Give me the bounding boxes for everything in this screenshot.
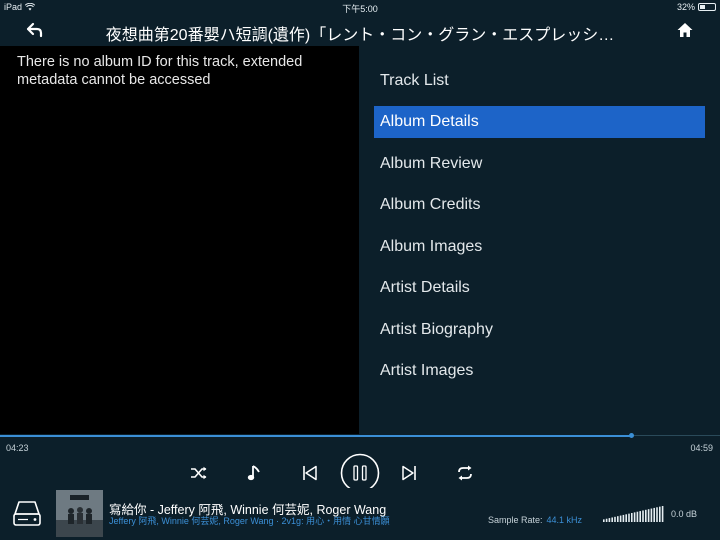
volume-bar xyxy=(611,517,613,522)
volume-bar xyxy=(645,509,647,522)
details-menu: Track List Album Details Album Review Al… xyxy=(359,46,720,434)
now-playing-subtitle[interactable]: Jeffery 阿飛, Winnie 何芸妮, Roger Wang · 2v1… xyxy=(109,514,390,527)
volume-bar xyxy=(653,507,655,522)
volume-bar xyxy=(617,516,619,522)
sample-rate-label: Sample Rate: xyxy=(488,515,543,525)
now-playing-bar: 寫給你 - Jeffery 阿飛, Winnie 何芸妮, Roger Wang… xyxy=(0,488,720,540)
menu-item-artist-biography[interactable]: Artist Biography xyxy=(374,314,705,346)
volume-bar xyxy=(647,509,650,522)
volume-bar xyxy=(661,506,664,522)
back-arrow-icon[interactable] xyxy=(26,21,44,39)
volume-bar xyxy=(625,514,627,522)
battery-icon xyxy=(698,3,716,11)
menu-item-track-list[interactable]: Track List xyxy=(374,65,705,97)
shuffle-icon[interactable] xyxy=(190,466,208,480)
volume-bar xyxy=(633,512,636,522)
progress-fill xyxy=(0,435,632,437)
volume-bar xyxy=(614,516,616,522)
volume-bar xyxy=(619,515,622,522)
metadata-pane: There is no album ID for this track, ext… xyxy=(0,46,359,434)
sample-rate: Sample Rate: 44.1 kHz xyxy=(488,515,582,525)
menu-item-album-details[interactable]: Album Details xyxy=(374,106,705,138)
volume-db: 0.0 dB xyxy=(671,509,698,519)
status-bar: iPad 下午5:00 32% xyxy=(0,0,720,14)
volume-bar xyxy=(608,518,611,522)
menu-item-artist-images[interactable]: Artist Images xyxy=(374,355,705,387)
volume-bar xyxy=(639,511,641,522)
volume-bar xyxy=(650,508,653,522)
status-right: 32% xyxy=(677,2,716,12)
volume-bar xyxy=(659,506,661,522)
next-track-icon[interactable] xyxy=(401,465,417,481)
track-title: 夜想曲第20番嬰ハ短調(遺作)「レント・コン・グラン・エスプレッシ… xyxy=(105,27,615,44)
playback-progress-bar[interactable] xyxy=(0,433,720,438)
progress-handle[interactable] xyxy=(628,433,634,438)
volume-bar xyxy=(656,507,658,522)
volume-bar xyxy=(605,518,608,522)
volume-bar xyxy=(631,513,633,522)
title-bar: 夜想曲第20番嬰ハ短調(遺作)「レント・コン・グラン・エスプレッシ… xyxy=(0,14,720,46)
music-note-icon[interactable] xyxy=(247,464,261,482)
sample-rate-value: 44.1 kHz xyxy=(546,515,583,525)
home-icon[interactable] xyxy=(676,21,694,39)
menu-item-album-credits[interactable]: Album Credits xyxy=(374,189,705,221)
volume-meter[interactable] xyxy=(603,506,665,522)
pause-button[interactable] xyxy=(340,453,380,493)
output-device-icon[interactable] xyxy=(10,497,44,531)
battery-percent: 32% xyxy=(676,2,695,12)
repeat-icon[interactable] xyxy=(457,465,473,481)
previous-track-icon[interactable] xyxy=(302,465,318,481)
menu-item-artist-details[interactable]: Artist Details xyxy=(374,272,705,304)
volume-bar xyxy=(628,513,630,522)
volume-bar xyxy=(603,519,605,522)
no-album-id-message: There is no album ID for this track, ext… xyxy=(17,54,303,88)
menu-item-album-review[interactable]: Album Review xyxy=(374,148,705,180)
album-cover[interactable] xyxy=(56,490,103,537)
menu-item-album-images[interactable]: Album Images xyxy=(374,231,705,263)
volume-bar xyxy=(636,511,639,522)
volume-bar xyxy=(642,510,644,522)
volume-bar xyxy=(622,514,625,522)
